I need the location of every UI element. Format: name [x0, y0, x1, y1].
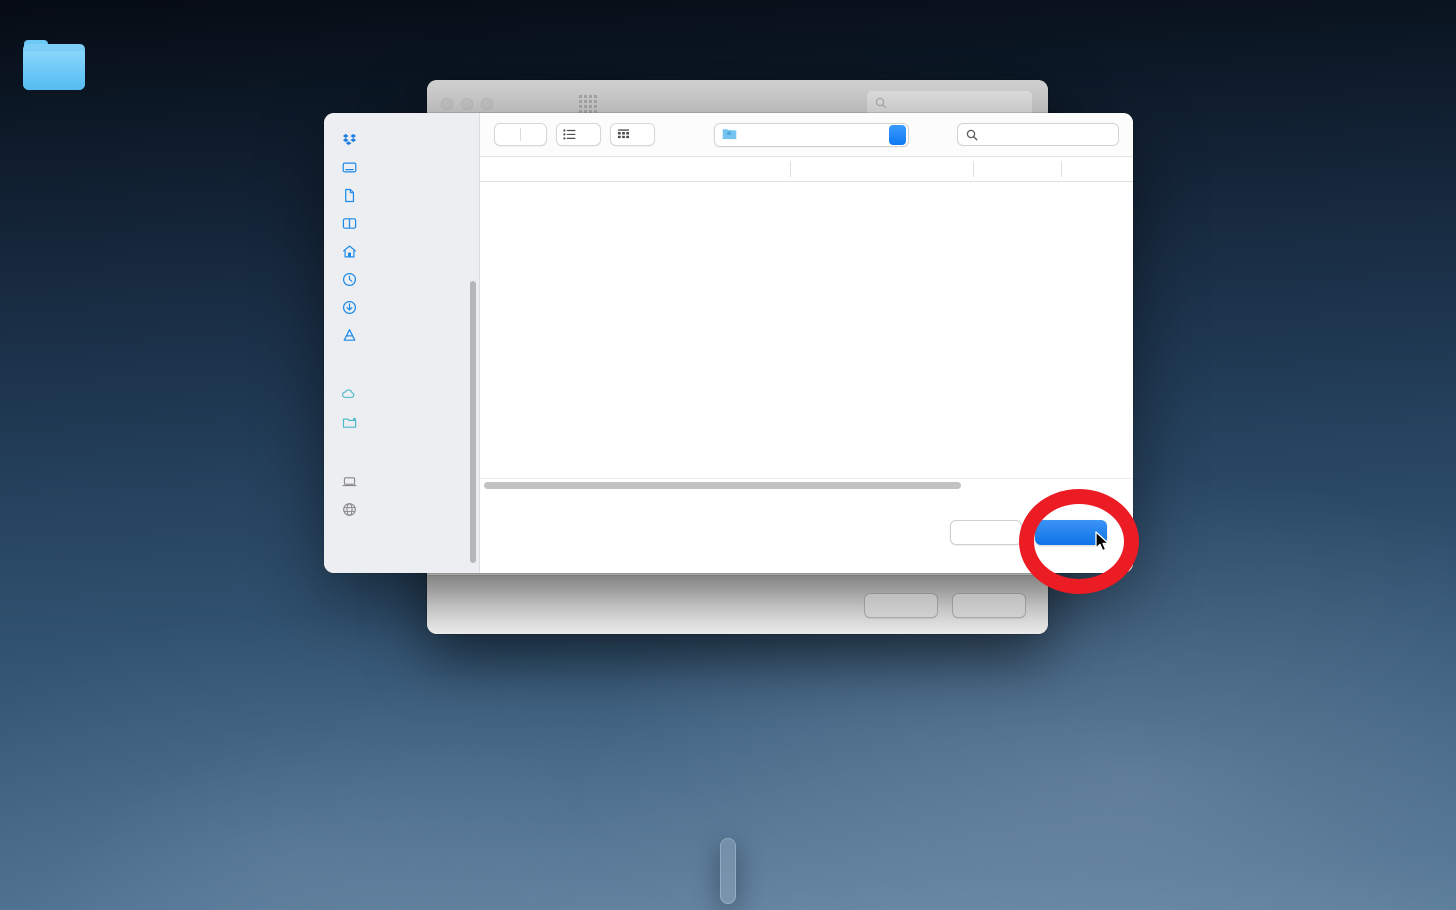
column-header-date-modified[interactable] [790, 157, 973, 181]
preferences-search-field[interactable] [867, 91, 1032, 115]
group-by-button[interactable] [610, 123, 655, 146]
sidebar-item-ray-home[interactable] [324, 237, 479, 265]
dock[interactable] [720, 838, 736, 904]
window-footer [427, 575, 1048, 634]
cancel-button[interactable] [950, 520, 1022, 545]
downloads-icon [341, 299, 357, 315]
close-button[interactable] [441, 98, 453, 110]
network-globe-icon [341, 501, 357, 517]
desktop-icon [341, 159, 357, 175]
file-dialog-toolbar[interactable] [480, 113, 1133, 157]
bg-cancel-button[interactable] [864, 593, 938, 618]
sidebar-item-shared[interactable] [324, 408, 479, 436]
sidebar-item-dropbox[interactable] [324, 125, 479, 153]
column-header-kind[interactable] [1061, 157, 1121, 181]
search-icon [966, 129, 978, 141]
search-icon [875, 97, 887, 109]
navigation-buttons[interactable] [494, 123, 547, 146]
sidebar-item-desktop[interactable] [324, 153, 479, 181]
location-popup-button[interactable] [714, 123, 909, 147]
minimize-button[interactable] [461, 98, 473, 110]
sidebar-header-tags [324, 534, 479, 551]
chevron-down-icon[interactable] [636, 124, 654, 145]
open-file-dialog[interactable] [324, 113, 1133, 573]
folder-icon [722, 127, 737, 143]
laptop-icon [341, 473, 357, 489]
folder-icon [23, 44, 85, 92]
search-input[interactable] [957, 123, 1119, 146]
sidebar-scrollbar[interactable] [470, 281, 476, 563]
applications-icon [341, 327, 357, 343]
popup-stepper-icon[interactable] [889, 125, 906, 145]
view-mode-button[interactable] [556, 123, 601, 146]
all-preferences-grid-icon[interactable] [579, 95, 597, 113]
dropbox-icon [341, 131, 357, 147]
scrollbar-thumb[interactable] [484, 482, 961, 489]
list-view-icon[interactable] [557, 124, 582, 145]
bg-ok-button[interactable] [952, 593, 1026, 618]
sidebar[interactable] [324, 113, 480, 573]
sidebar-item-network[interactable] [324, 495, 479, 523]
sidebar-item-rachels-macbook[interactable] [324, 467, 479, 495]
sidebar-item-downloads[interactable] [324, 293, 479, 321]
documents-icon [341, 187, 357, 203]
mouse-cursor [1095, 531, 1111, 558]
horizontal-scrollbar[interactable] [480, 478, 1133, 491]
sidebar-item-icloud-drive[interactable] [324, 380, 479, 408]
icloud-drive-icon [341, 386, 357, 402]
file-list[interactable] [480, 182, 1133, 488]
group-by-icon[interactable] [611, 124, 636, 145]
sidebar-header-icloud [324, 360, 479, 377]
shared-folder-icon [341, 414, 357, 430]
sidebar-item-recents[interactable] [324, 265, 479, 293]
home-icon [341, 243, 357, 259]
column-header-name[interactable] [480, 157, 790, 181]
desktop-icon-work[interactable] [22, 44, 86, 96]
sidebar-header-locations [324, 447, 479, 464]
zoom-button[interactable] [481, 98, 493, 110]
back-button[interactable] [495, 124, 520, 145]
sidebar-item-applications[interactable] [324, 321, 479, 349]
dialog-footer [480, 491, 1133, 573]
column-header-size[interactable] [973, 157, 1061, 181]
forward-button[interactable] [521, 124, 546, 145]
recents-clock-icon [341, 271, 357, 287]
sidebar-item-movies[interactable] [324, 209, 479, 237]
chevron-down-icon[interactable] [582, 124, 600, 145]
file-browser[interactable] [480, 113, 1133, 573]
movies-icon [341, 215, 357, 231]
traffic-lights[interactable] [441, 98, 493, 110]
sidebar-item-documents[interactable] [324, 181, 479, 209]
column-headers[interactable] [480, 157, 1133, 182]
